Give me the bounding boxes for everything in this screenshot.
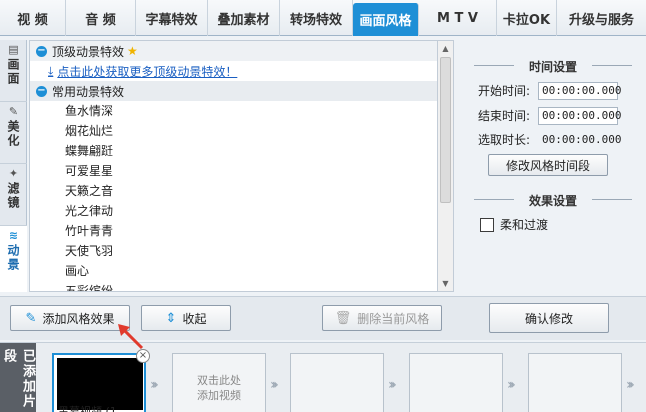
empty-clip-slot[interactable] (409, 353, 503, 412)
trash-icon: 🗑 (334, 310, 352, 326)
list-item[interactable]: 天籁之音 (30, 181, 437, 201)
button-label: 添加风格效果 (42, 311, 115, 326)
side-tab-label: 画面 (6, 58, 20, 86)
side-tab-label: 动景 (6, 244, 20, 272)
chevron-right-icon: ››› (626, 377, 635, 393)
settings-panel: 时间设置 开始时间: 00:00:00.000 结束时间: 00:00:00.0… (460, 40, 646, 292)
chevron-right-icon: ››› (270, 377, 279, 393)
duration-value: 00:00:00.000 (542, 133, 622, 146)
link-text: 点击此处获取更多顶级动景特效！ (57, 64, 238, 79)
group-header-common[interactable]: − 常用动景特效 (30, 81, 437, 101)
side-tab-filter[interactable]: ✦ 滤镜 (0, 164, 27, 226)
list-item[interactable]: 可爱星星 (30, 161, 437, 181)
chevron-right-icon: ››› (507, 377, 516, 393)
tab-picture-style[interactable]: 画面风格 (353, 3, 419, 36)
section-title: 效果设置 (528, 194, 577, 208)
annotation-arrow-icon (118, 324, 144, 350)
divider (592, 199, 632, 200)
modify-time-range-button[interactable]: 修改风格时间段 (488, 154, 608, 176)
list-item[interactable]: 光之律动 (30, 201, 437, 221)
list-item[interactable]: 竹叶青青 (30, 221, 437, 241)
magic-wand-icon: ✎ (25, 310, 37, 326)
add-style-effect-button[interactable]: ✎ 添加风格效果 (10, 305, 130, 331)
tab-upgrade-service[interactable]: 升级与服务 (557, 0, 646, 36)
added-clips-label: 已添加片段 (0, 343, 36, 412)
clip-thumbnail[interactable]: 黑幕视频 (1 (52, 353, 146, 412)
side-tab-motion-scene[interactable]: ≋ 动景 (0, 226, 27, 292)
section-title: 时间设置 (528, 60, 577, 74)
divider (474, 199, 514, 200)
delete-style-button[interactable]: 🗑 删除当前风格 (322, 305, 442, 331)
list-item[interactable]: 鱼水情深 (30, 101, 437, 121)
empty-clip-slot[interactable] (528, 353, 622, 412)
divider (474, 65, 514, 66)
group-title: 顶级动景特效 (52, 44, 125, 59)
tab-karaoke[interactable]: 卡拉OK (497, 0, 557, 36)
list-item[interactable]: 五彩缤纷 (30, 281, 437, 291)
confirm-modify-button[interactable]: 确认修改 (489, 303, 609, 333)
time-settings-header: 时间设置 (460, 58, 646, 75)
scroll-up-icon[interactable]: ▲ (438, 41, 453, 56)
list-item[interactable]: 蝶舞翩跹 (30, 141, 437, 161)
group-title: 常用动景特效 (52, 84, 125, 99)
tab-video[interactable]: 视 频 (0, 0, 66, 36)
add-video-placeholder: 双击此处 添加视频 (197, 374, 241, 402)
side-tab-beautify[interactable]: ✎ 美化 (0, 102, 27, 164)
get-more-effects-link[interactable]: ⤓ 点击此处获取更多顶级动景特效！ (30, 61, 437, 81)
effect-settings-header: 效果设置 (460, 192, 646, 209)
tab-transition-effects[interactable]: 转场特效 (280, 0, 353, 36)
star-icon: ★ (127, 44, 138, 58)
magic-wand-icon: ✎ (8, 105, 19, 118)
button-label: 收起 (182, 311, 207, 326)
list-scrollbar[interactable]: ▲ ▼ (438, 40, 454, 292)
tab-subtitle-effects[interactable]: 字幕特效 (136, 0, 208, 36)
clip-strip: 已添加片段 黑幕视频 (1 × ››› 双击此处 添加视频 ››› ››› ››… (0, 342, 646, 412)
group-header-premium[interactable]: − 顶级动景特效 ★ (30, 41, 437, 61)
smooth-transition-label: 柔和过渡 (500, 218, 549, 232)
download-icon: ⤓ (48, 63, 54, 78)
strip-label-text: 已添加片段 (1, 349, 35, 409)
collapse-button[interactable]: ⇕ 收起 (141, 305, 231, 331)
tab-audio[interactable]: 音 频 (66, 0, 136, 36)
top-tab-bar: 视 频 音 频 字幕特效 叠加素材 转场特效 画面风格 M T V 卡拉OK 升… (0, 0, 646, 36)
tab-overlay-material[interactable]: 叠加素材 (208, 0, 280, 36)
clip-name: 黑幕视频 (1 (58, 405, 117, 412)
side-tab-picture[interactable]: ▤ 画面 (0, 40, 27, 102)
list-item[interactable]: 天使飞羽 (30, 241, 437, 261)
effects-list: − 顶级动景特效 ★ ⤓ 点击此处获取更多顶级动景特效！ − 常用动景特效 鱼水… (29, 40, 438, 292)
scroll-down-icon[interactable]: ▼ (438, 276, 453, 291)
scroll-thumb[interactable] (440, 57, 451, 203)
collapse-arrows-icon: ⇕ (165, 310, 177, 326)
smooth-transition-checkbox[interactable] (480, 218, 494, 232)
tab-mtv[interactable]: M T V (419, 0, 497, 36)
collapse-icon: − (36, 84, 47, 97)
category-sidebar: ▤ 画面 ✎ 美化 ✦ 滤镜 ≋ 动景 (0, 40, 27, 292)
button-label: 删除当前风格 (357, 311, 430, 326)
start-time-field[interactable]: 00:00:00.000 (538, 82, 621, 100)
duration-label: 选取时长: (478, 133, 531, 147)
start-time-label: 开始时间: (478, 84, 531, 98)
wave-icon: ≋ (8, 229, 19, 242)
empty-clip-slot[interactable]: 双击此处 添加视频 (172, 353, 266, 412)
list-item[interactable]: 画心 (30, 261, 437, 281)
end-time-field[interactable]: 00:00:00.000 (538, 107, 621, 125)
sparkle-wand-icon: ✦ (8, 167, 19, 180)
divider (592, 65, 632, 66)
empty-clip-slot[interactable] (290, 353, 384, 412)
chevron-right-icon: ››› (388, 377, 397, 393)
action-toolbar: ✎ 添加风格效果 ⇕ 收起 🗑 删除当前风格 确认修改 (0, 296, 646, 340)
collapse-icon: − (36, 44, 47, 57)
side-tab-label: 滤镜 (6, 182, 20, 210)
film-icon: ▤ (8, 43, 19, 56)
chevron-right-icon: ››› (150, 377, 159, 393)
side-tab-label: 美化 (6, 120, 20, 148)
list-item[interactable]: 烟花灿烂 (30, 121, 437, 141)
end-time-label: 结束时间: (478, 109, 531, 123)
